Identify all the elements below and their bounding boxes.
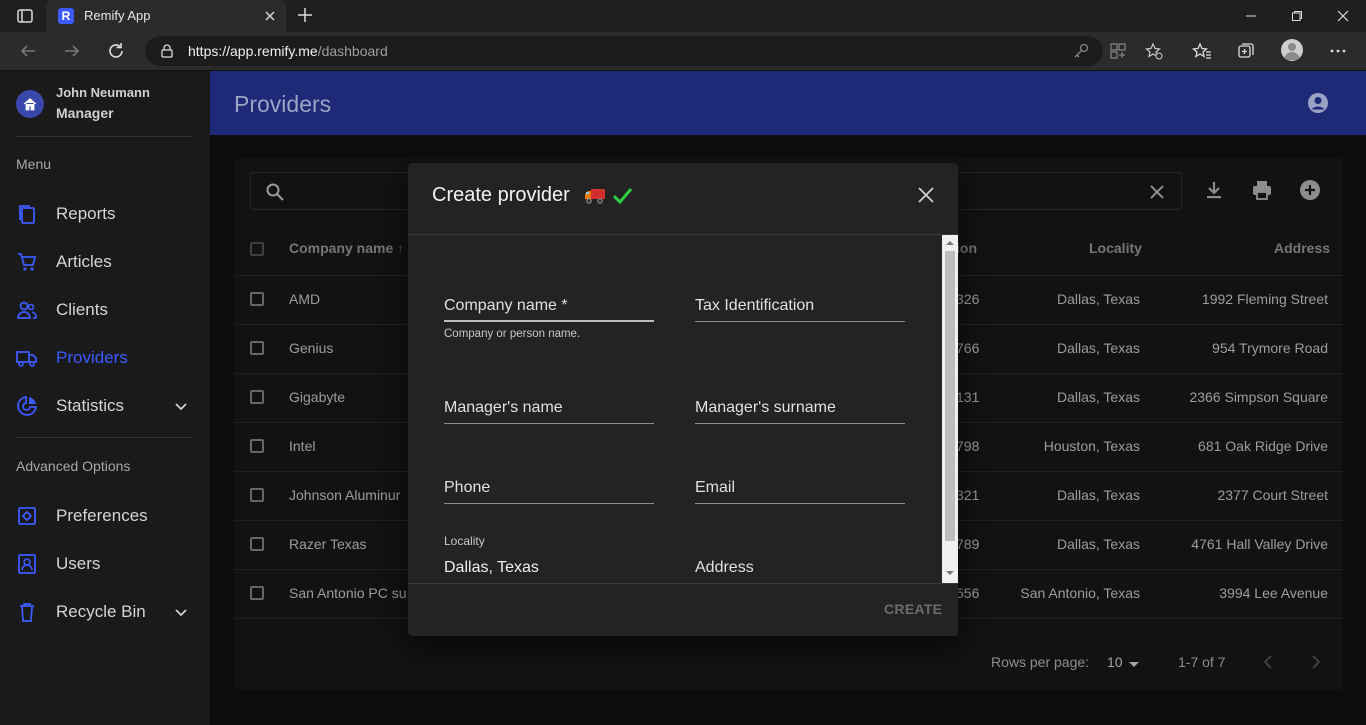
more-options-icon[interactable]	[1328, 41, 1348, 61]
scrollbar-thumb[interactable]	[945, 251, 955, 541]
sidebar-item-providers[interactable]: Providers	[0, 337, 210, 377]
preferences-icon	[16, 505, 38, 527]
address-bar[interactable]: https://app.remify.me/dashboard	[145, 36, 1163, 66]
sidebar-item-label: Recycle Bin	[56, 602, 146, 621]
field-underline	[444, 320, 654, 322]
sidebar-item-label: Users	[56, 554, 101, 573]
dialog-form: Company name * Company or person name. T…	[408, 235, 958, 583]
cart-icon	[16, 251, 38, 273]
url-text: https://app.remify.me/dashboard	[188, 43, 388, 59]
sidebar-item-reports[interactable]: Reports	[0, 193, 210, 233]
dialog-scrollbar[interactable]	[942, 235, 958, 583]
address-label: Address	[695, 559, 754, 576]
app-header: Providers	[210, 71, 1366, 135]
truck-emoji-icon	[584, 187, 606, 205]
truck-icon	[16, 347, 38, 369]
sidebar-item-label: Statistics	[56, 396, 125, 415]
field-underline	[444, 423, 654, 424]
menu-heading: Menu	[16, 156, 52, 172]
phone-label: Phone	[444, 479, 491, 496]
sidebar-item-articles[interactable]: Articles	[0, 241, 210, 281]
close-window-icon[interactable]	[1320, 0, 1366, 32]
collections-icon[interactable]	[1236, 41, 1256, 61]
close-tab-icon[interactable]	[262, 8, 278, 24]
restore-window-icon[interactable]	[1274, 0, 1320, 32]
trash-icon	[16, 601, 38, 623]
create-button[interactable]: CREATE	[884, 601, 942, 617]
sidebar-item-label: Preferences	[56, 506, 148, 525]
chevron-down-icon[interactable]	[172, 603, 190, 621]
manager-surname-label: Manager's surname	[695, 399, 836, 416]
forward-icon[interactable]	[62, 41, 82, 61]
favorites-icon[interactable]	[1192, 41, 1212, 61]
reports-icon	[16, 203, 38, 225]
field-underline	[695, 503, 905, 504]
key-icon[interactable]	[1072, 42, 1090, 60]
dialog-title: Create provider	[432, 184, 570, 206]
url-host: https://app.remify.me	[188, 43, 318, 59]
browser-toolbar: https://app.remify.me/dashboard	[0, 32, 1366, 71]
new-tab-icon[interactable]	[296, 6, 314, 24]
sidebar-item-label: Providers	[56, 348, 128, 367]
apps-icon[interactable]	[1109, 42, 1127, 60]
sidebar-item-statistics[interactable]: Statistics	[0, 385, 210, 425]
user-name: John Neumann	[56, 85, 150, 100]
company-name-label: Company name *	[444, 297, 568, 314]
tab-actions-icon[interactable]	[15, 6, 35, 26]
account-icon[interactable]	[1306, 91, 1330, 115]
chart-icon	[16, 395, 38, 417]
create-provider-dialog: Create provider Company name * Company o…	[408, 163, 958, 636]
people-icon	[16, 299, 38, 321]
advanced-options-heading: Advanced Options	[16, 458, 131, 474]
browser-tab-bar: R Remify App	[0, 0, 1366, 32]
home-icon[interactable]	[16, 90, 44, 118]
close-icon[interactable]	[916, 185, 936, 205]
field-underline	[695, 321, 905, 322]
dialog-divider	[408, 583, 958, 584]
check-mark-icon	[611, 185, 633, 207]
minimize-window-icon[interactable]	[1228, 0, 1274, 32]
sidebar-divider	[16, 136, 192, 137]
field-underline	[444, 503, 654, 504]
sidebar-item-label: Reports	[56, 204, 116, 223]
lock-icon[interactable]	[159, 43, 175, 59]
browser-tab[interactable]: R Remify App	[46, 0, 286, 32]
user-role: Manager	[56, 105, 114, 121]
page-title: Providers	[234, 91, 332, 117]
scroll-up-icon[interactable]	[946, 239, 954, 247]
locality-label: Locality	[444, 534, 485, 548]
add-favorite-icon[interactable]	[1145, 42, 1163, 60]
tab-title: Remify App	[84, 8, 151, 23]
user-card-icon	[16, 553, 38, 575]
company-name-helper-text: Company or person name.	[444, 328, 581, 340]
back-icon[interactable]	[18, 41, 38, 61]
locality-value: Dallas, Texas	[444, 559, 539, 576]
url-path: /dashboard	[317, 43, 388, 59]
sidebar-item-recycle-bin[interactable]: Recycle Bin	[0, 591, 210, 631]
scroll-down-icon[interactable]	[946, 569, 954, 577]
reload-icon[interactable]	[106, 41, 126, 61]
sidebar-item-label: Articles	[56, 252, 112, 271]
chevron-down-icon[interactable]	[172, 397, 190, 415]
email-label: Email	[695, 479, 736, 496]
sidebar-item-preferences[interactable]: Preferences	[0, 495, 210, 535]
sidebar: John Neumann Manager Menu Reports Articl…	[0, 71, 210, 725]
manager-name-label: Manager's name	[444, 399, 563, 416]
sidebar-divider	[16, 437, 192, 438]
field-underline	[695, 423, 905, 424]
tax-identification-label: Tax Identification	[695, 297, 815, 314]
browser-profile-avatar[interactable]	[1281, 39, 1303, 61]
remify-favicon-icon: R	[58, 8, 74, 24]
sidebar-item-label: Clients	[56, 300, 108, 319]
sidebar-item-clients[interactable]: Clients	[0, 289, 210, 329]
sidebar-item-users[interactable]: Users	[0, 543, 210, 583]
